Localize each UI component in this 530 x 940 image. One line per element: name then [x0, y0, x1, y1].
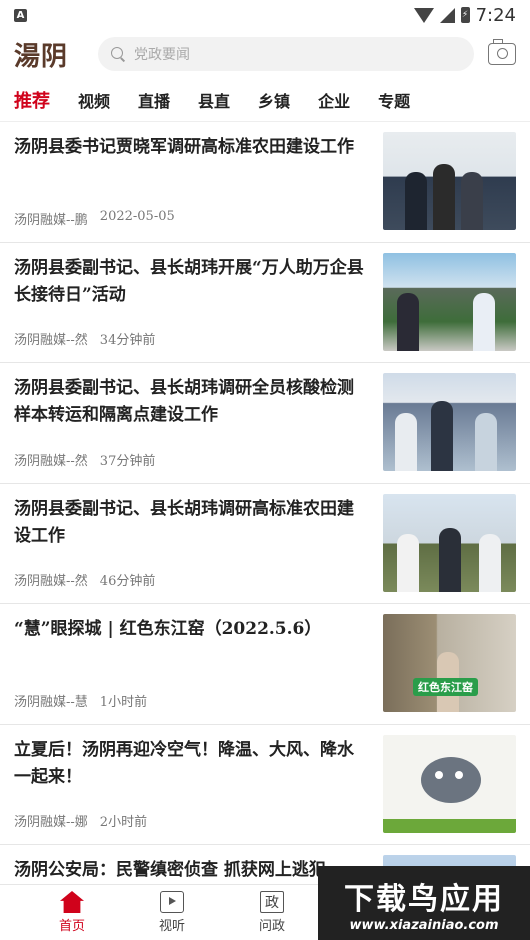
- news-list: 汤阴县委书记贾晓军调研高标准农田建设工作 汤阴融媒--鹏 2022-05-05 …: [0, 122, 530, 884]
- person-figure: [473, 292, 495, 351]
- app-header: 湯阴 党政要闻: [0, 30, 530, 78]
- news-source: 汤阴融媒--然: [14, 333, 88, 348]
- watermark-title: 下载鸟应用: [344, 881, 504, 917]
- news-meta: 汤阴融媒--慧 1小时前: [14, 691, 369, 710]
- news-item[interactable]: 汤阴县委副书记、县长胡玮开展“万人助万企县长接待日”活动 汤阴融媒--然 34分…: [0, 243, 530, 363]
- app-notification-icon: A: [14, 8, 27, 22]
- news-text: 汤阴公安局：民警缜密侦查 抓获网上逃犯: [14, 855, 369, 884]
- battery-icon: ⚡: [460, 7, 470, 23]
- person-figure: [461, 172, 483, 230]
- tab-video[interactable]: 视频: [78, 88, 110, 112]
- news-title: “慧”眼探城 | 红色东江窑（2022.5.6）: [14, 619, 322, 639]
- nav-inquiry[interactable]: 政 问政: [222, 891, 322, 934]
- news-text: 汤阴县委书记贾晓军调研高标准农田建设工作 汤阴融媒--鹏 2022-05-05: [14, 132, 369, 232]
- news-meta: 汤阴融媒--然 34分钟前: [14, 329, 369, 348]
- news-item[interactable]: 汤阴县委副书记、县长胡玮调研高标准农田建设工作 汤阴融媒--然 46分钟前: [0, 484, 530, 604]
- news-time: 34分钟前: [99, 333, 156, 348]
- news-text: 汤阴县委副书记、县长胡玮开展“万人助万企县长接待日”活动 汤阴融媒--然 34分…: [14, 253, 369, 353]
- person-figure: [397, 533, 419, 592]
- news-text: 汤阴县委副书记、县长胡玮调研高标准农田建设工作 汤阴融媒--然 46分钟前: [14, 494, 369, 594]
- news-title: 汤阴县委书记贾晓军调研高标准农田建设工作: [14, 137, 354, 157]
- nav-label: 问政: [258, 919, 285, 934]
- person-figure: [479, 533, 501, 592]
- news-title: 汤阴县委副书记、县长胡玮开展“万人助万企县长接待日”活动: [14, 257, 364, 305]
- news-item[interactable]: 汤阴县委副书记、县长胡玮调研全员核酸检测样本转运和隔离点建设工作 汤阴融媒--然…: [0, 363, 530, 484]
- news-meta: 汤阴融媒--娜 2小时前: [14, 811, 369, 830]
- watermark-url: www.xiazainiao.com: [349, 917, 499, 933]
- status-left: A: [14, 8, 27, 22]
- category-tabs: 推荐 视频 直播 县直 乡镇 企业 专题: [0, 78, 530, 122]
- app-logo: 湯阴: [14, 41, 69, 72]
- news-source: 汤阴融媒--然: [14, 574, 88, 589]
- tab-enterprise[interactable]: 企业: [318, 88, 350, 112]
- news-text: 立夏后！汤阴再迎冷空气！降温、大风、降水一起来！ 汤阴融媒--娜 2小时前: [14, 735, 369, 835]
- nav-home[interactable]: 首页: [22, 891, 122, 934]
- news-thumbnail: [383, 252, 516, 351]
- news-text: 汤阴县委副书记、县长胡玮调研全员核酸检测样本转运和隔离点建设工作 汤阴融媒--然…: [14, 373, 369, 473]
- news-thumbnail: [383, 373, 516, 471]
- nav-audiovisual[interactable]: 视听: [122, 891, 222, 934]
- grass-illustration: [383, 818, 516, 833]
- news-title: 立夏后！汤阴再迎冷空气！降温、大风、降水一起来！: [14, 739, 354, 787]
- thumbnail-caption: 红色东江窑: [413, 678, 478, 696]
- search-placeholder: 党政要闻: [134, 47, 190, 63]
- news-thumbnail: 红色东江窑: [383, 614, 516, 712]
- news-time: 46分钟前: [99, 574, 156, 589]
- status-right: ⚡ 7:24: [413, 4, 516, 26]
- news-thumbnail: [383, 132, 516, 230]
- nav-label: 视听: [158, 919, 185, 934]
- news-thumbnail: [383, 493, 516, 592]
- news-meta: 汤阴融媒--鹏 2022-05-05: [14, 209, 369, 228]
- news-source: 汤阴融媒--鹏: [14, 212, 88, 228]
- search-icon: [110, 46, 126, 62]
- clock: 7:24: [475, 4, 516, 26]
- news-item[interactable]: “慧”眼探城 | 红色东江窑（2022.5.6） 汤阴融媒--慧 1小时前 红色…: [0, 604, 530, 725]
- zheng-icon: 政: [260, 891, 284, 913]
- person-figure: [439, 527, 461, 592]
- news-time: 1小时前: [99, 694, 148, 710]
- watermark-overlay: 下载鸟应用 www.xiazainiao.com: [318, 866, 530, 940]
- news-source: 汤阴融媒--慧: [14, 694, 88, 710]
- news-title: 汤阴县委副书记、县长胡玮调研全员核酸检测样本转运和隔离点建设工作: [14, 378, 354, 425]
- tab-county[interactable]: 县直: [198, 88, 230, 112]
- news-item[interactable]: 立夏后！汤阴再迎冷空气！降温、大风、降水一起来！ 汤阴融媒--娜 2小时前: [0, 725, 530, 845]
- signal-icon: [439, 7, 455, 23]
- cloud-illustration: [421, 756, 481, 803]
- tab-township[interactable]: 乡镇: [258, 88, 290, 112]
- home-icon: [60, 891, 84, 913]
- person-figure: [405, 172, 427, 230]
- tab-special[interactable]: 专题: [378, 88, 410, 112]
- news-meta: 汤阴融媒--然 37分钟前: [14, 450, 369, 469]
- wifi-icon: [413, 7, 434, 23]
- news-source: 汤阴融媒--然: [14, 453, 88, 469]
- person-figure: [431, 401, 453, 471]
- camera-icon[interactable]: [488, 39, 516, 65]
- tv-icon: [160, 891, 184, 913]
- news-title: 汤阴县委副书记、县长胡玮调研高标准农田建设工作: [14, 498, 354, 546]
- tab-recommend[interactable]: 推荐: [14, 87, 50, 113]
- news-item[interactable]: 汤阴县委书记贾晓军调研高标准农田建设工作 汤阴融媒--鹏 2022-05-05: [0, 122, 530, 243]
- nav-label: 首页: [58, 919, 85, 934]
- news-title: 汤阴公安局：民警缜密侦查 抓获网上逃犯: [14, 860, 326, 880]
- news-thumbnail: [383, 734, 516, 833]
- news-text: “慧”眼探城 | 红色东江窑（2022.5.6） 汤阴融媒--慧 1小时前: [14, 614, 369, 714]
- news-time: 2小时前: [99, 815, 148, 830]
- news-time: 37分钟前: [99, 453, 156, 469]
- person-figure: [395, 413, 417, 471]
- news-meta: 汤阴融媒--然 46分钟前: [14, 570, 369, 589]
- search-bar[interactable]: 党政要闻: [98, 37, 474, 71]
- tab-live[interactable]: 直播: [138, 88, 170, 112]
- person-figure: [433, 164, 455, 230]
- news-time: 2022-05-05: [99, 208, 175, 224]
- status-bar: A ⚡ 7:24: [0, 0, 530, 30]
- person-figure: [475, 413, 497, 471]
- news-source: 汤阴融媒--娜: [14, 815, 88, 830]
- person-figure: [397, 292, 419, 351]
